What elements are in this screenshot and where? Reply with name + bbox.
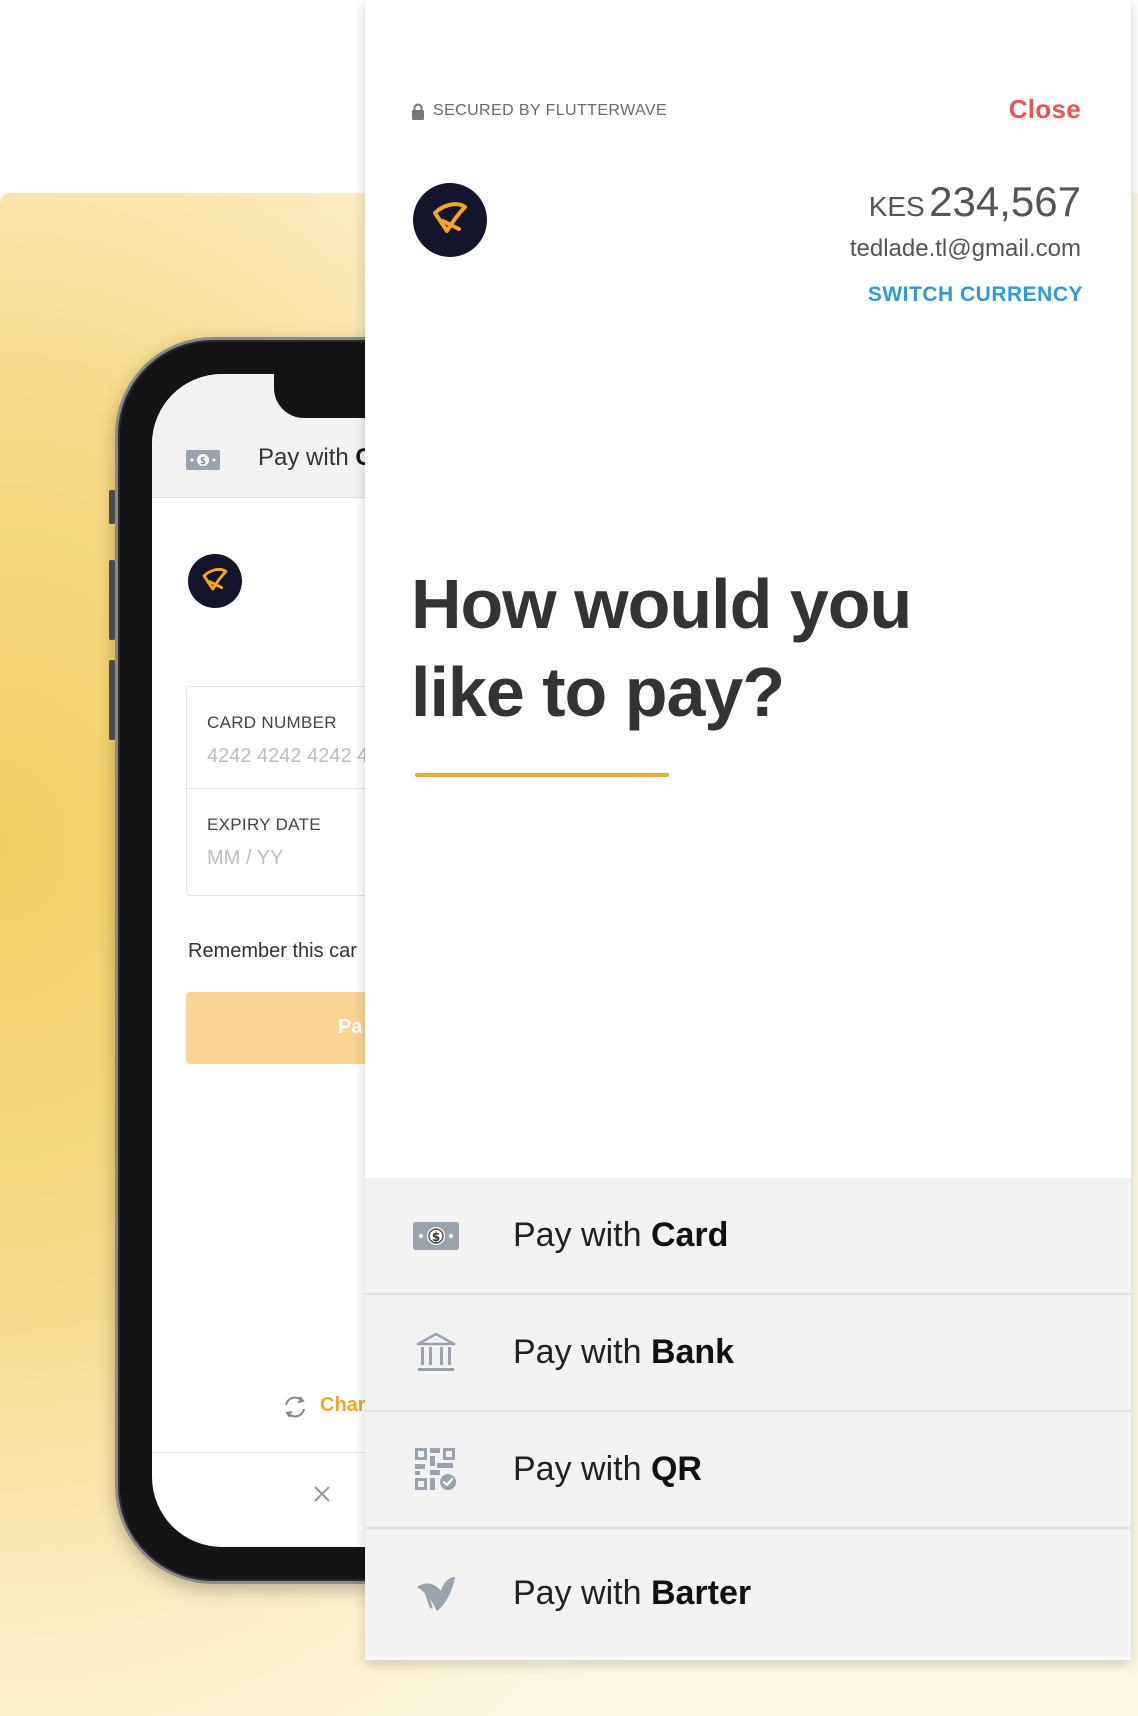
bank-icon	[416, 1332, 456, 1371]
expiry-date-input[interactable]: MM / YY	[207, 847, 283, 870]
flutterwave-logo	[188, 554, 242, 608]
currency-code: KES	[868, 191, 925, 222]
screen: $ Pay with C CARD NUMBER 4242 4242 4242 …	[0, 0, 1138, 1716]
secured-badge: SECURED BY FLUTTERWAVE	[411, 102, 667, 120]
barter-icon	[417, 1577, 455, 1611]
payment-amount: KES 234,567	[869, 178, 1081, 226]
secured-text: SECURED BY FLUTTERWAVE	[433, 102, 668, 119]
card-cash-icon: $	[413, 1221, 459, 1250]
svg-text:$: $	[432, 1230, 440, 1244]
customer-email: tedlade.tl@gmail.com	[849, 235, 1081, 262]
expiry-date-label: EXPIRY DATE	[207, 815, 321, 834]
close-button[interactable]: Close	[1009, 94, 1081, 125]
pay-button-label: Pa	[338, 1016, 363, 1038]
lock-icon	[412, 103, 424, 120]
card-cash-icon: $	[186, 450, 220, 470]
card-number-input[interactable]: 4242 4242 4242 4	[207, 745, 368, 768]
pay-with-qr-label: Pay with QR	[513, 1450, 702, 1488]
pay-with-card-label: Pay with Card	[513, 1216, 729, 1254]
flutterwave-logo	[413, 183, 487, 257]
pay-with-bank-option[interactable]: Pay with Bank	[365, 1295, 1131, 1412]
card-number-label: CARD NUMBER	[207, 713, 337, 732]
title-underline	[415, 773, 669, 777]
pay-with-bank-label: Pay with Bank	[513, 1333, 735, 1371]
amount-value: 234,567	[929, 178, 1081, 225]
remember-card-toggle[interactable]: Remember this car	[188, 940, 357, 963]
pay-with-barter-label: Pay with Barter	[513, 1573, 752, 1612]
pay-with-qr-option[interactable]: Pay with QR	[365, 1412, 1131, 1529]
refresh-icon	[285, 1396, 305, 1418]
change-payment-link[interactable]: Char	[320, 1394, 366, 1417]
close-icon[interactable]	[312, 1484, 332, 1504]
phone-volume-up	[109, 560, 115, 640]
qr-code-icon	[415, 1447, 456, 1490]
payment-modal: SECURED BY FLUTTERWAVE Close KES 234,567…	[365, 0, 1131, 1660]
phone-volume-down	[109, 660, 115, 740]
phone-pay-title: Pay with C	[258, 444, 373, 471]
switch-currency-link[interactable]: SWITCH CURRENCY	[868, 283, 1083, 307]
phone-side-button	[109, 490, 115, 524]
page-title: How would you like to pay?	[411, 565, 912, 731]
pay-with-card-option[interactable]: $ Pay with Card	[365, 1178, 1131, 1295]
payment-methods-list: $ Pay with Card Pay with Bank Pay with Q…	[365, 1178, 1131, 1657]
pay-with-barter-option[interactable]: Pay with Barter	[365, 1529, 1131, 1657]
svg-text:$: $	[200, 456, 206, 467]
